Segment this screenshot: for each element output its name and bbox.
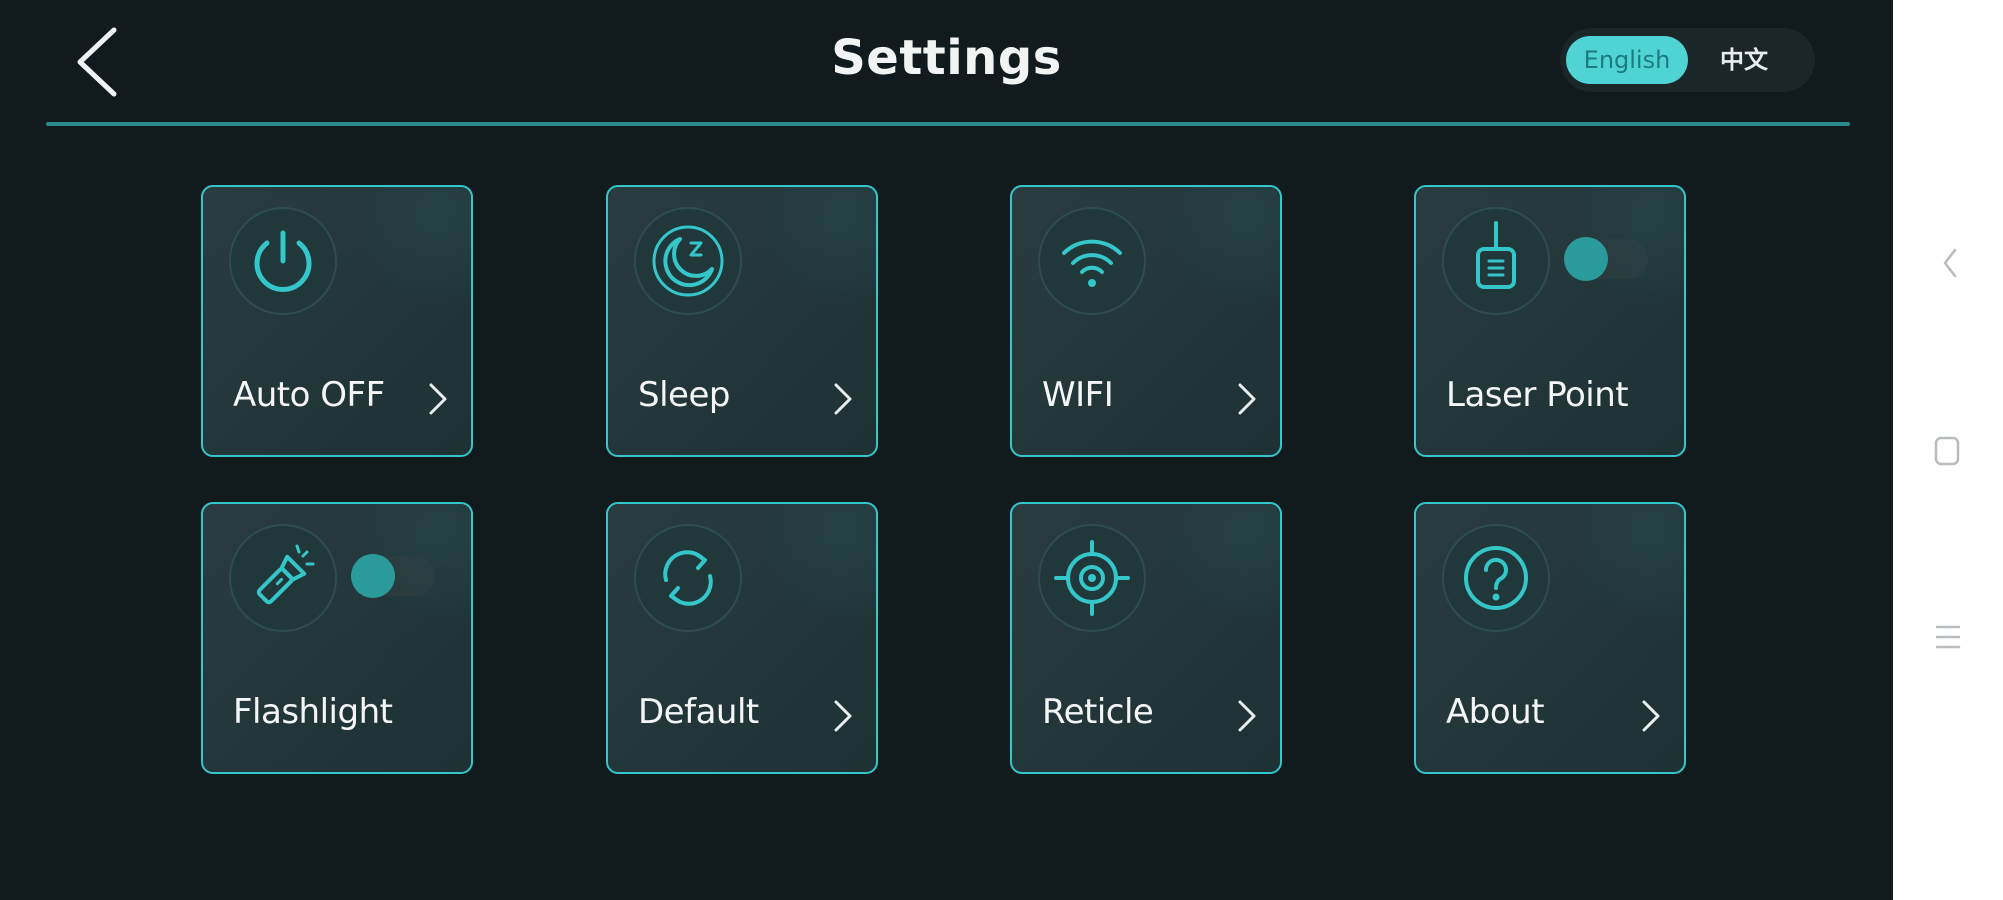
tile-label: WIFI [1042,375,1114,415]
header-divider [46,122,1850,126]
toggle-knob [1564,237,1608,281]
chevron-right-icon [834,700,852,732]
nav-menu-icon[interactable] [1935,625,1961,649]
help-icon [1442,524,1550,632]
laser-icon [1442,207,1550,315]
tile-default[interactable]: Default [606,502,878,774]
tile-flashlight[interactable]: Flashlight [201,502,473,774]
tile-reticle[interactable]: Reticle [1010,502,1282,774]
chevron-right-icon [1642,700,1660,732]
reset-icon [634,524,742,632]
wifi-icon [1038,207,1146,315]
settings-screen: Settings English 中文 Auto OFF Sleep WIFI … [0,0,1893,900]
language-toggle[interactable]: English 中文 [1560,28,1815,92]
power-icon [229,207,337,315]
nav-home-icon[interactable] [1934,436,1960,466]
tile-label: Laser Point [1446,375,1629,415]
chevron-right-icon [1238,700,1256,732]
reticle-icon [1038,524,1146,632]
sleep-moon-icon [634,207,742,315]
tile-laser-point[interactable]: Laser Point [1414,185,1686,457]
tile-label: About [1446,692,1545,732]
chevron-right-icon [834,383,852,415]
language-option-english[interactable]: English [1566,36,1688,84]
tile-label: Auto OFF [233,375,385,415]
tile-label: Default [638,692,759,732]
tile-about[interactable]: About [1414,502,1686,774]
chevron-right-icon [429,383,447,415]
system-navigation-bar [1893,0,2003,900]
tile-label: Reticle [1042,692,1154,732]
tile-label: Flashlight [233,692,393,732]
tile-sleep[interactable]: Sleep [606,185,878,457]
nav-back-icon[interactable] [1943,248,1957,278]
flashlight-toggle[interactable] [351,554,435,598]
tile-label: Sleep [638,375,730,415]
laser-point-toggle[interactable] [1564,237,1648,281]
toggle-knob [351,554,395,598]
language-option-chinese[interactable]: 中文 [1694,36,1794,84]
flashlight-icon [229,524,337,632]
tile-auto-off[interactable]: Auto OFF [201,185,473,457]
chevron-right-icon [1238,383,1256,415]
tile-wifi[interactable]: WIFI [1010,185,1282,457]
